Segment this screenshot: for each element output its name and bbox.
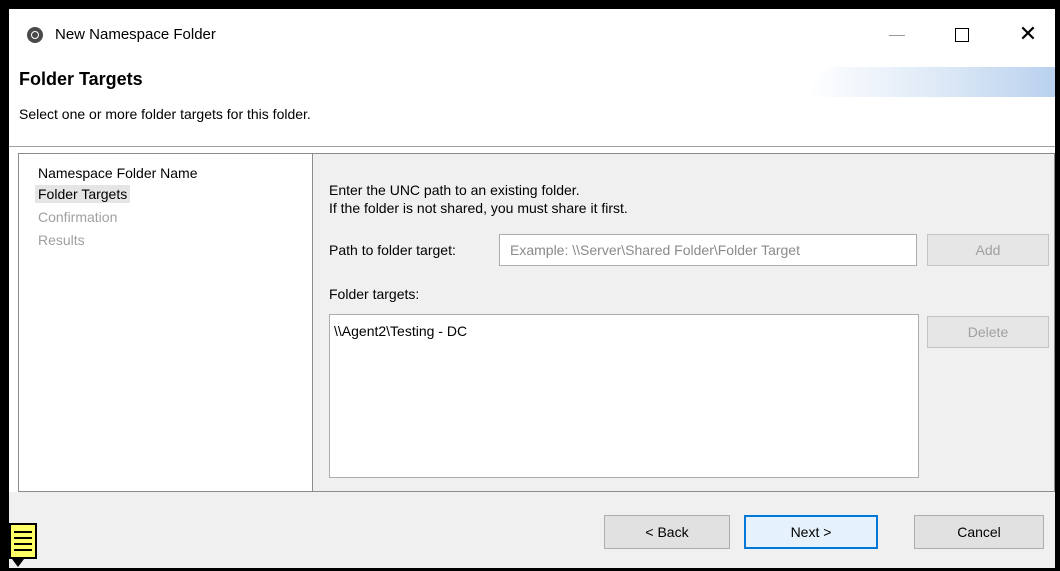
- note-line: [14, 549, 32, 551]
- folder-targets-list[interactable]: \\Agent2\Testing - DC: [329, 314, 919, 478]
- page-header: Folder Targets Select one or more folder…: [9, 57, 1055, 147]
- path-input[interactable]: [499, 234, 917, 266]
- header-decoration: [809, 67, 1055, 97]
- page-title: Folder Targets: [19, 69, 143, 89]
- content-panel: Enter the UNC path to an existing folder…: [312, 153, 1055, 492]
- window-title: New Namespace Folder: [55, 26, 216, 43]
- cancel-button[interactable]: Cancel: [914, 515, 1044, 549]
- minimize-icon: [889, 34, 905, 36]
- list-item[interactable]: \\Agent2\Testing - DC: [334, 323, 467, 339]
- wizard-steps-panel: Namespace Folder Name Folder Targets Con…: [18, 153, 312, 492]
- screen-frame-right: [1055, 0, 1060, 571]
- instruction-line-1: Enter the UNC path to an existing folder…: [329, 182, 580, 198]
- wizard-window: New Namespace Folder ✕ Folder Targets Se…: [9, 9, 1055, 568]
- title-bar[interactable]: New Namespace Folder ✕: [9, 9, 1055, 57]
- add-button[interactable]: Add: [927, 234, 1049, 266]
- delete-button[interactable]: Delete: [927, 316, 1049, 348]
- step-namespace-folder-name[interactable]: Namespace Folder Name: [35, 164, 201, 182]
- path-label: Path to folder target:: [329, 242, 456, 258]
- note-line: [14, 531, 32, 533]
- next-button[interactable]: Next >: [744, 515, 878, 549]
- step-confirmation: Confirmation: [38, 209, 118, 225]
- note-icon[interactable]: [9, 523, 37, 559]
- page-description: Select one or more folder targets for th…: [19, 106, 311, 122]
- instruction-line-2: If the folder is not shared, you must sh…: [329, 200, 628, 216]
- note-line: [14, 537, 32, 539]
- header-divider: [9, 146, 1055, 147]
- step-folder-targets[interactable]: Folder Targets: [35, 185, 131, 203]
- note-pointer: [12, 559, 24, 567]
- screen-frame-left: [0, 0, 9, 571]
- screen-frame-top: [0, 0, 1060, 9]
- maximize-icon: [955, 28, 969, 42]
- maximize-button[interactable]: [939, 15, 985, 55]
- note-line: [14, 543, 32, 545]
- app-icon: [27, 27, 43, 43]
- step-results: Results: [38, 232, 85, 248]
- minimize-button[interactable]: [874, 15, 920, 55]
- footer-bar: < Back Next > Cancel: [9, 492, 1055, 568]
- folder-targets-label: Folder targets:: [329, 286, 420, 302]
- back-button[interactable]: < Back: [604, 515, 730, 549]
- close-icon: ✕: [1018, 22, 1038, 47]
- close-button[interactable]: ✕: [1005, 15, 1051, 55]
